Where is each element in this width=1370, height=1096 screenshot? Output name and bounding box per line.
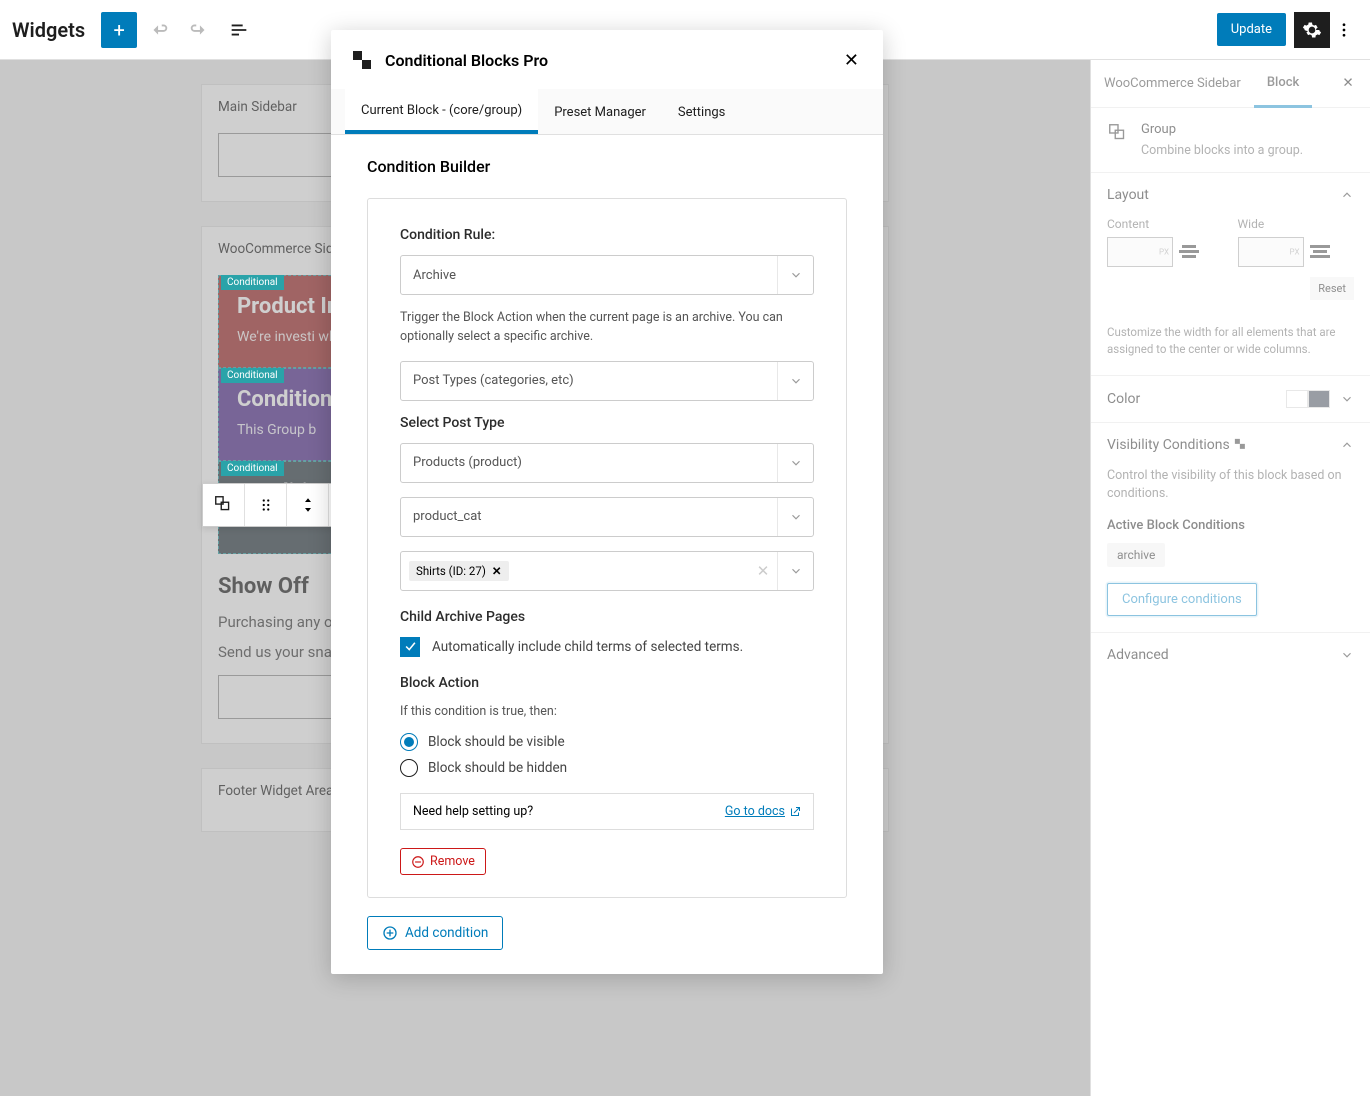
align-wide-icon[interactable] [1310,245,1330,259]
remove-tag-button[interactable]: ✕ [492,564,502,578]
panel-toggle-color[interactable]: Color [1091,375,1370,422]
add-block-button[interactable]: + [101,12,137,48]
select-post-type-label: Select Post Type [400,415,814,431]
chevron-down-icon [789,510,803,524]
undo-button[interactable] [141,12,177,48]
block-name: Group [1141,122,1303,137]
block-description: Combine blocks into a group. [1141,143,1303,158]
panel-visibility: Visibility Conditions Control the visibi… [1091,422,1370,633]
visibility-description: Control the visibility of this block bas… [1107,467,1354,505]
chevron-down-icon [1340,648,1354,662]
rule-hint-text: Trigger the Block Action when the curren… [400,309,814,347]
list-view-button[interactable] [221,12,257,48]
condition-rule-label: Condition Rule: [400,227,814,243]
reset-button[interactable]: Reset [1310,277,1354,300]
child-terms-checkbox[interactable]: Automatically include child terms of sel… [400,637,814,657]
more-options-button[interactable] [1330,12,1358,48]
term-multiselect[interactable]: Shirts (ID: 27) ✕ ✕ [400,551,814,591]
remove-condition-button[interactable]: Remove [400,848,486,875]
tab-preset-manager[interactable]: Preset Manager [538,89,662,134]
condition-chip-archive: archive [1107,543,1165,567]
chevron-down-icon [789,564,803,578]
settings-sidebar: WooCommerce Sidebar Block ✕ Group Combin… [1090,60,1370,1096]
chevron-up-icon [1340,188,1354,202]
tab-settings[interactable]: Settings [662,89,741,134]
settings-toggle-button[interactable] [1294,12,1330,48]
drag-handle[interactable] [245,484,287,526]
conditional-badge: Conditional [221,461,284,476]
condition-builder-title: Condition Builder [367,157,847,176]
panel-advanced: Advanced [1091,632,1370,677]
visibility-icon [1233,437,1248,452]
docs-prompt: Need help setting up? [413,804,533,819]
move-updown-button[interactable] [287,484,329,526]
active-conditions-label: Active Block Conditions [1107,518,1354,533]
archive-type-select[interactable]: Post Types (categories, etc) [400,361,814,401]
sidebar-tabs: WooCommerce Sidebar Block ✕ [1091,60,1370,108]
modal-title: Conditional Blocks Pro [385,51,830,70]
docs-link[interactable]: Go to docs [725,804,801,819]
taxonomy-select[interactable]: product_cat [400,497,814,537]
plus-circle-icon [382,925,398,941]
page-title: Widgets [12,18,85,42]
chevron-up-icon [1340,438,1354,452]
minus-circle-icon [411,855,425,869]
wide-width-label: Wide [1238,217,1355,231]
panel-toggle-visibility[interactable]: Visibility Conditions [1091,423,1370,467]
clear-all-button[interactable]: ✕ [749,552,777,590]
tab-block[interactable]: Block [1254,60,1312,108]
close-modal-button[interactable]: ✕ [840,46,863,75]
add-condition-button[interactable]: Add condition [367,916,503,950]
chevron-down-icon [789,374,803,388]
layout-help-text: Customize the width for all elements tha… [1107,324,1354,359]
block-action-hint: If this condition is true, then: [400,703,814,722]
block-type-button[interactable] [203,484,245,526]
update-button[interactable]: Update [1217,13,1286,46]
conditional-badge: Conditional [221,275,284,290]
child-archive-label: Child Archive Pages [400,609,814,625]
condition-builder: Condition Rule: Archive Trigger the Bloc… [367,198,847,898]
chevron-down-icon [789,456,803,470]
conditional-blocks-modal: Conditional Blocks Pro ✕ Current Block -… [331,30,883,974]
align-center-icon[interactable] [1179,245,1199,259]
chevron-down-icon [1340,392,1354,406]
block-action-label: Block Action [400,675,814,691]
group-icon [1107,122,1129,144]
tab-document[interactable]: WooCommerce Sidebar [1091,60,1254,108]
post-type-select[interactable]: Products (product) [400,443,814,483]
content-width-label: Content [1107,217,1224,231]
selected-term-tag: Shirts (ID: 27) ✕ [409,561,509,581]
radio-visible[interactable]: Block should be visible [400,733,814,751]
color-swatches [1286,390,1330,408]
radio-hidden[interactable]: Block should be hidden [400,759,814,777]
condition-rule-select[interactable]: Archive [400,255,814,295]
panel-toggle-layout[interactable]: Layout [1091,173,1370,217]
docs-help-box: Need help setting up? Go to docs [400,793,814,830]
conditional-badge: Conditional [221,368,284,383]
tab-current-block[interactable]: Current Block - (core/group) [345,89,538,134]
panel-layout: Layout Content PX Wide PX [1091,172,1370,375]
configure-conditions-button[interactable]: Configure conditions [1107,583,1257,616]
conditional-blocks-icon [351,49,375,73]
block-info: Group Combine blocks into a group. [1091,108,1370,172]
external-link-icon [789,806,801,818]
panel-toggle-advanced[interactable]: Advanced [1091,633,1370,677]
chevron-down-icon [789,268,803,282]
close-sidebar-button[interactable]: ✕ [1330,66,1366,102]
redo-button[interactable] [181,12,217,48]
